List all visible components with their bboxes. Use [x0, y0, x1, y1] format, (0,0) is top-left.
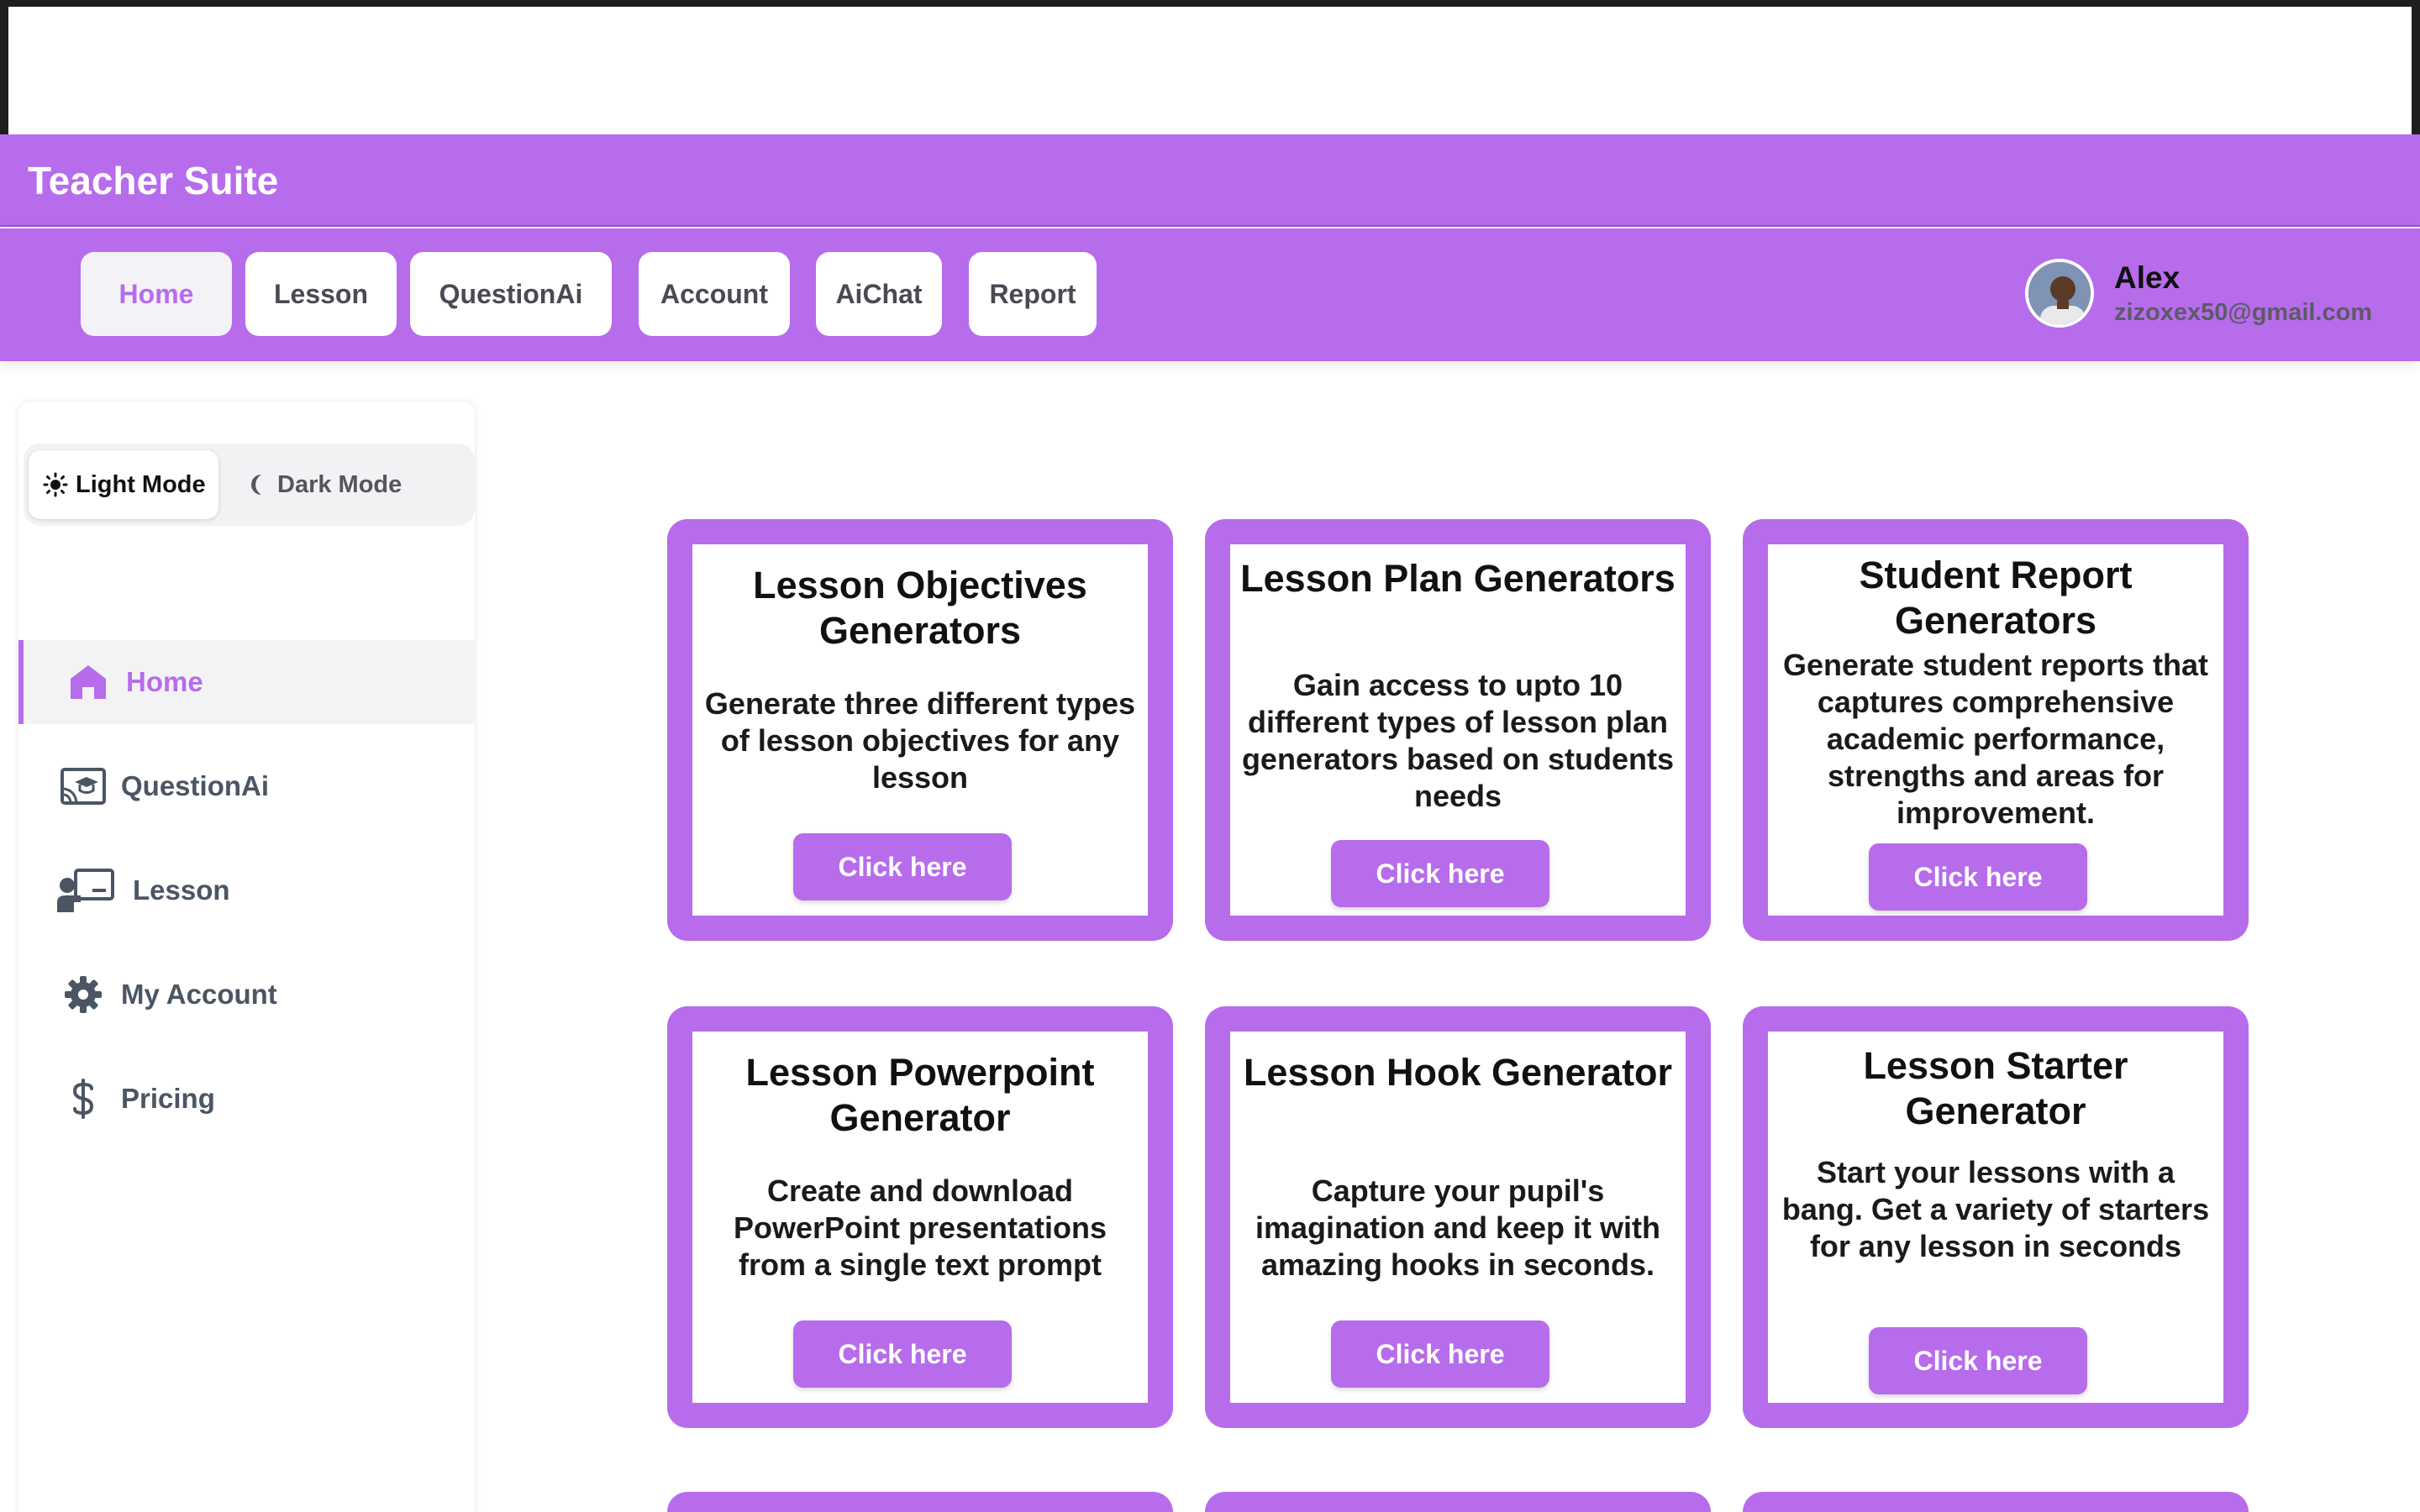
card-title: Lesson Hook Generator — [1243, 1051, 1673, 1094]
click-here-button[interactable]: Click here — [1331, 1320, 1549, 1388]
sidebar-item-label: My Account — [121, 979, 277, 1010]
sidebar-item-label: Home — [126, 666, 203, 697]
nav-report-button[interactable]: Report — [969, 252, 1097, 336]
card-description: Capture your pupil's imagination and kee… — [1255, 1173, 1661, 1282]
card-description: Generate student reports that captures c… — [1782, 648, 2209, 830]
click-here-button[interactable]: Click here — [793, 1320, 1012, 1388]
top-navigation: Home Lesson QuestionAi Account AiChat Re… — [0, 228, 2420, 361]
card-description: Generate three different types of lesson… — [704, 686, 1136, 795]
sidebar-item-home[interactable]: Home — [18, 640, 475, 724]
feature-card-partial — [667, 1492, 1173, 1512]
dark-mode-button[interactable]: Dark Mode — [244, 450, 429, 519]
feature-card-lesson-objectives: Lesson Objectives Generators Generate th… — [667, 519, 1173, 941]
feature-card-partial — [1205, 1492, 1711, 1512]
nav-questionai-button[interactable]: QuestionAi — [410, 252, 612, 336]
home-icon — [59, 657, 118, 707]
light-mode-button[interactable]: Light Mode — [29, 450, 218, 519]
browser-window-top — [0, 0, 2420, 134]
nav-home-button[interactable]: Home — [81, 252, 232, 336]
avatar-person-icon — [2028, 262, 2091, 324]
nav-account-button[interactable]: Account — [639, 252, 790, 336]
light-mode-label: Light Mode — [76, 470, 206, 498]
card-body: Lesson Powerpoint Generator Create and d… — [692, 1032, 1148, 1403]
gear-icon — [54, 969, 113, 1020]
feature-card-student-report: Student Report Generators Generate stude… — [1743, 519, 2249, 941]
sidebar-item-label: Pricing — [121, 1083, 215, 1114]
moon-icon — [244, 471, 271, 498]
sidebar-item-label: Lesson — [133, 874, 230, 906]
lesson-presenter-icon — [52, 865, 119, 916]
card-title: Student Report Generators — [1859, 554, 2133, 642]
sun-icon — [42, 471, 69, 498]
theme-toggle: Light Mode Dark Mode — [24, 444, 475, 526]
sidebar-item-label: QuestionAi — [121, 770, 270, 801]
user-email: zizoxex50@gmail.com — [2114, 299, 2373, 326]
card-body: Lesson Hook Generator Capture your pupil… — [1230, 1032, 1686, 1403]
card-body: Lesson Plan Generators Gain access to up… — [1230, 544, 1686, 916]
click-here-button[interactable]: Click here — [1869, 843, 2087, 911]
sidebar-item-pricing[interactable]: Pricing — [18, 1057, 475, 1141]
card-title: Lesson Powerpoint Generator — [745, 1051, 1095, 1139]
card-description: Gain access to upto 10 different types o… — [1241, 668, 1675, 813]
card-description: Create and download PowerPoint presentat… — [733, 1173, 1107, 1282]
sidebar: Light Mode Dark Mode Home QuestionAi Les… — [18, 402, 475, 1512]
click-here-button[interactable]: Click here — [1331, 840, 1549, 907]
app-title: Teacher Suite — [28, 159, 279, 202]
card-title: Lesson Objectives Generators — [753, 564, 1087, 652]
user-name: Alex — [2114, 260, 2181, 295]
user-avatar[interactable] — [2025, 259, 2094, 328]
card-body: Lesson Starter Generator Start your less… — [1768, 1032, 2223, 1403]
sidebar-item-my-account[interactable]: My Account — [18, 953, 475, 1037]
app-header: Teacher Suite — [0, 134, 2420, 227]
nav-lesson-button[interactable]: Lesson — [245, 252, 397, 336]
dark-mode-label: Dark Mode — [277, 470, 402, 498]
feature-card-lesson-hook: Lesson Hook Generator Capture your pupil… — [1205, 1006, 1711, 1428]
card-title: Lesson Starter Generator — [1863, 1044, 2128, 1132]
nav-aichat-button[interactable]: AiChat — [816, 252, 942, 336]
card-body: Lesson Objectives Generators Generate th… — [692, 544, 1148, 916]
card-title: Lesson Plan Generators — [1240, 557, 1676, 600]
sidebar-item-lesson[interactable]: Lesson — [18, 848, 475, 932]
card-description: Start your lessons with a bang. Get a va… — [1781, 1155, 2210, 1263]
click-here-button[interactable]: Click here — [1869, 1327, 2087, 1394]
question-ai-icon — [54, 761, 113, 811]
feature-card-lesson-plan: Lesson Plan Generators Gain access to up… — [1205, 519, 1711, 941]
dollar-icon — [54, 1074, 113, 1124]
sidebar-item-questionai[interactable]: QuestionAi — [18, 744, 475, 828]
feature-card-lesson-powerpoint: Lesson Powerpoint Generator Create and d… — [667, 1006, 1173, 1428]
feature-card-lesson-starter: Lesson Starter Generator Start your less… — [1743, 1006, 2249, 1428]
click-here-button[interactable]: Click here — [793, 833, 1012, 900]
feature-card-partial — [1743, 1492, 2249, 1512]
card-body: Student Report Generators Generate stude… — [1768, 544, 2223, 916]
